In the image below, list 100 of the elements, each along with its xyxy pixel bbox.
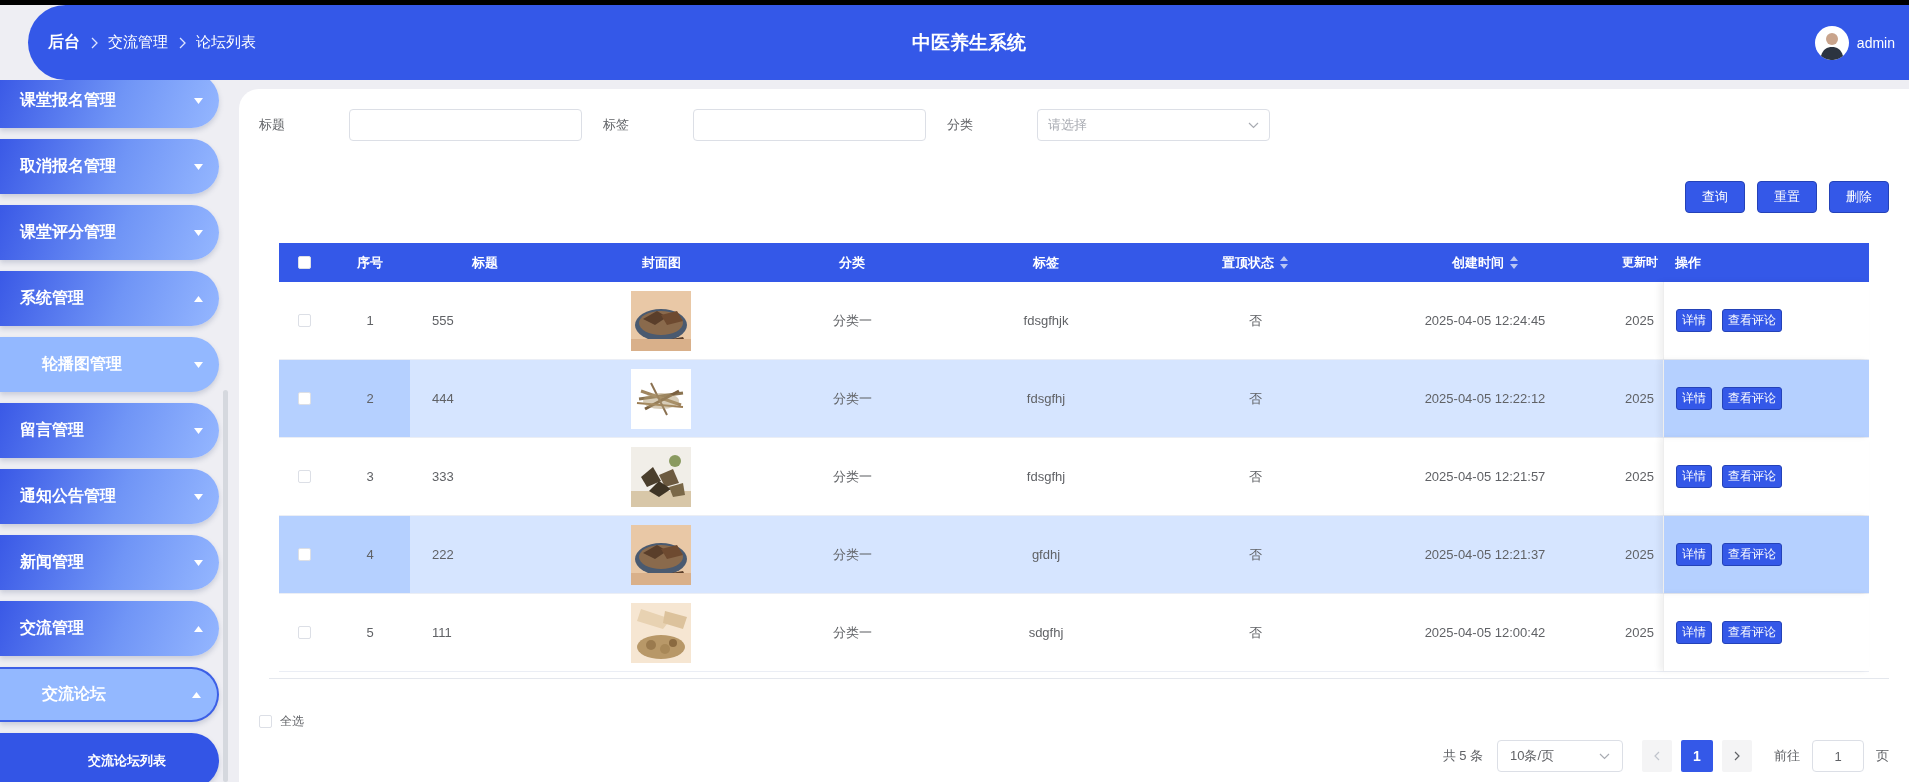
table-cell: fdsgfhj (1026, 469, 1066, 484)
caret-down-icon (1248, 121, 1259, 129)
column-header: 更新时 (1621, 254, 1659, 271)
table-cell: 5 (366, 625, 374, 640)
menu-item[interactable]: 取消报名管理 (0, 139, 219, 194)
table-cell: 2025 (1625, 547, 1654, 562)
row-action-button[interactable]: 详情 (1676, 465, 1712, 488)
menu-item[interactable]: 系统管理 (0, 271, 219, 326)
table-cell: 分类一 (832, 545, 872, 564)
breadcrumb-link[interactable]: 论坛列表 (196, 33, 256, 52)
column-header: 分类 (838, 253, 866, 272)
row-action-button[interactable]: 详情 (1676, 543, 1712, 566)
row-checkbox[interactable] (298, 470, 311, 483)
row-action-button[interactable]: 查看评论 (1722, 309, 1782, 332)
action-button[interactable]: 删除 (1829, 181, 1889, 213)
select-all-label[interactable]: 全选 (280, 713, 304, 730)
column-header: 标题 (471, 253, 499, 272)
breadcrumb-link[interactable]: 后台 (48, 32, 80, 53)
table-cell: 否 (1248, 389, 1262, 408)
table-cell: 分类一 (832, 623, 872, 642)
chevron-right-icon (1734, 751, 1740, 761)
chevron-right-icon (178, 36, 186, 49)
total-count: 共 5 条 (1442, 747, 1483, 765)
column-header: 标签 (1032, 253, 1060, 272)
page-size-select[interactable]: 10条/页 (1497, 740, 1623, 772)
column-header: 序号 (356, 253, 384, 272)
sort-icon[interactable] (1510, 256, 1518, 269)
page-suffix: 页 (1876, 747, 1889, 765)
menu-item[interactable]: 课堂报名管理 (0, 80, 219, 128)
menu-item[interactable]: 交流管理 (0, 601, 219, 656)
table-cell: 2025-04-05 12:24:45 (1424, 313, 1546, 328)
row-checkbox[interactable] (298, 548, 311, 561)
table-cell: 2025 (1625, 313, 1654, 328)
table-cell: 4 (366, 547, 374, 562)
table-cell: 否 (1248, 467, 1262, 486)
row-action-button[interactable]: 查看评论 (1722, 621, 1782, 644)
table-cell: 2025 (1625, 625, 1654, 640)
row-action-button[interactable]: 详情 (1676, 309, 1712, 332)
action-button[interactable]: 重置 (1757, 181, 1817, 213)
table-cell: 111 (432, 625, 452, 640)
chevron-right-icon (90, 36, 98, 49)
table-cell: fdsgfhjk (1023, 313, 1069, 328)
table-cell: 333 (432, 469, 454, 484)
table-cell: 2025-04-05 12:21:57 (1424, 469, 1546, 484)
table-cell: 2 (366, 391, 374, 406)
table-cell: 555 (432, 313, 454, 328)
menu-item[interactable]: 新闻管理 (0, 535, 219, 590)
system-title: 中医养生系统 (911, 30, 1026, 55)
row-action-button[interactable]: 查看评论 (1722, 465, 1782, 488)
chevron-left-icon (1654, 751, 1660, 761)
scrollbar[interactable] (223, 390, 228, 782)
row-action-button[interactable]: 详情 (1676, 387, 1712, 410)
next-page-button[interactable] (1722, 740, 1752, 772)
menu-item[interactable]: 交流论坛列表 (0, 733, 219, 782)
row-action-button[interactable]: 查看评论 (1722, 543, 1782, 566)
table-cell: 2025 (1625, 391, 1654, 406)
table-cell: 3 (366, 469, 374, 484)
row-action-button[interactable]: 查看评论 (1722, 387, 1782, 410)
page-number-button[interactable]: 1 (1681, 740, 1713, 772)
action-button[interactable]: 查询 (1685, 181, 1745, 213)
table-cell: 分类一 (832, 389, 872, 408)
breadcrumb-link[interactable]: 交流管理 (108, 33, 168, 52)
table-cell: 2025 (1625, 469, 1654, 484)
filter-label: 标题 (259, 116, 286, 134)
table-cell: 否 (1248, 545, 1262, 564)
sort-icon[interactable] (1280, 256, 1288, 269)
row-checkbox[interactable] (298, 314, 311, 327)
table-cell: 2025-04-05 12:00:42 (1424, 625, 1546, 640)
row-action-button[interactable]: 详情 (1676, 621, 1712, 644)
menu-item[interactable]: 课堂评分管理 (0, 205, 219, 260)
table-cell: 1 (366, 313, 374, 328)
menu-item[interactable]: 通知公告管理 (0, 469, 219, 524)
header-checkbox[interactable] (298, 256, 311, 269)
table-cell: gfdhj (1031, 547, 1061, 562)
table-cell: 222 (432, 547, 454, 562)
column-header[interactable]: 置顶状态 (1150, 243, 1360, 282)
column-header[interactable]: 创建时间 (1360, 243, 1610, 282)
avatar-icon[interactable] (1814, 25, 1849, 60)
filter-label: 分类 (947, 116, 974, 134)
filter-label: 标签 (603, 116, 630, 134)
table-cell: sdgfhj (1028, 625, 1064, 640)
row-checkbox[interactable] (298, 392, 311, 405)
input-field[interactable] (693, 109, 926, 141)
caret-down-icon (1599, 752, 1610, 760)
row-checkbox[interactable] (298, 626, 311, 639)
column-header: 封面图 (640, 253, 682, 272)
table-cell: 分类一 (832, 311, 872, 330)
user-name[interactable]: admin (1856, 34, 1895, 51)
table-cell: fdsgfhj (1026, 391, 1066, 406)
prev-page-button[interactable] (1642, 740, 1672, 772)
select-all-checkbox[interactable] (259, 715, 272, 728)
table-cell: 否 (1248, 311, 1262, 330)
table-cell: 否 (1248, 623, 1262, 642)
input-field[interactable] (349, 109, 582, 141)
goto-label: 前往 (1774, 747, 1800, 765)
menu-item[interactable]: 留言管理 (0, 403, 219, 458)
table-cell: 分类一 (832, 467, 872, 486)
goto-page-field[interactable]: 1 (1812, 740, 1864, 772)
table-cell: 2025-04-05 12:22:12 (1424, 391, 1546, 406)
table-cell: 444 (432, 391, 454, 406)
